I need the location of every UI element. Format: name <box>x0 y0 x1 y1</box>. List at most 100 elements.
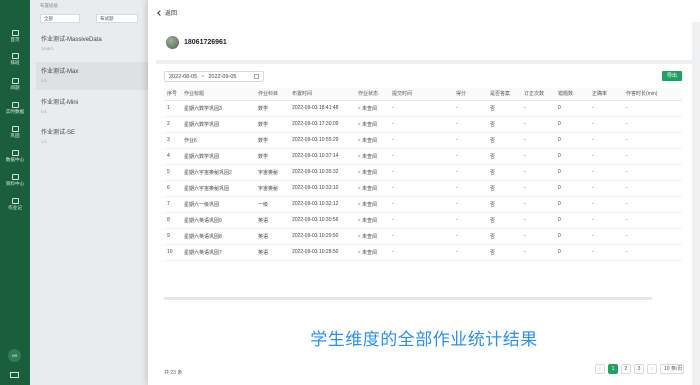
next-page-button[interactable]: › <box>647 364 657 374</box>
rail-item-resources[interactable]: 资料中心 <box>0 174 30 187</box>
table-cell: 未查阅 <box>355 228 389 245</box>
rail-item-consolidate[interactable]: 巩固 <box>0 126 30 139</box>
col-header[interactable]: 正确率 <box>589 88 623 101</box>
table-cell: 星期六宇宙奥秘巩固 <box>181 180 255 197</box>
table-cell: 6 <box>164 180 181 197</box>
status-text: 未查阅 <box>362 105 378 112</box>
col-header[interactable]: 作答时长(min) <box>623 88 682 101</box>
table-cell: 数学 <box>255 148 289 165</box>
col-header[interactable]: 错题数 <box>555 88 589 101</box>
rail-item-realtime[interactable]: 实时数据 <box>0 102 30 115</box>
table-cell: - <box>453 148 487 165</box>
table-cell: - <box>389 164 453 181</box>
status-dot-icon <box>358 171 360 174</box>
status-text: 未查阅 <box>362 153 378 160</box>
table-row[interactable]: 9 星期六英语巩固8 英语 2022-09-03 10:29:50 未查阅 - - 否 -0- - <box>164 228 682 245</box>
col-header[interactable]: 订正次数 <box>521 88 555 101</box>
total-count: 共 23 条 <box>164 370 183 376</box>
table-header-row: 序号 作业标题 作业科目 布置时间 作业状态 提交时间 得分 是否答案 订正次数… <box>164 88 682 101</box>
page-button[interactable]: 1 <box>608 364 618 374</box>
col-header[interactable]: 提交时间 <box>389 88 453 101</box>
table-cell: 数学 <box>255 116 289 133</box>
table-cell: - <box>623 180 682 197</box>
col-header[interactable]: 是否答案 <box>487 88 521 101</box>
table-row[interactable]: 3 作业6 数学 2022-09-03 10:55:29 未查阅 - - 否 -0- - <box>164 132 682 149</box>
date-separator: ~ <box>201 73 205 80</box>
status-text: 未查阅 <box>362 185 378 192</box>
table-cell: - <box>623 132 682 149</box>
table-cell: - <box>389 244 453 261</box>
table-cell: 2022-09-03 10:30:56 <box>289 212 355 229</box>
table-cell: - <box>453 228 487 245</box>
table-cell: 否 <box>487 180 521 197</box>
filter-select-all[interactable]: 全部 <box>40 14 80 23</box>
date-range-picker[interactable]: 2022-08-05 ~ 2022-09-05 <box>164 71 264 82</box>
avatar[interactable]: HR <box>8 349 21 362</box>
table-row[interactable]: 4 星期六数学巩固 数学 2022-09-03 10:37:14 未查阅 - - 否 -0- - <box>164 148 682 165</box>
col-header[interactable]: 作业科目 <box>255 88 289 101</box>
user-card: 18061726961 <box>156 22 692 60</box>
status-text: 未查阅 <box>362 201 378 208</box>
table-row[interactable]: 2 星期六数学巩固 数学 2022-09-03 17:30:09 未查阅 - - 否 -0- - <box>164 116 682 133</box>
filter-select-type[interactable]: 布试题 <box>96 14 138 23</box>
col-header[interactable]: 得分 <box>453 88 487 101</box>
calendar-icon <box>254 74 259 79</box>
table-cell: 2022-09-03 10:55:29 <box>289 132 355 149</box>
back-button[interactable]: 返回 <box>157 8 177 17</box>
table-cell: 否 <box>487 116 521 133</box>
table-cell: 0 <box>555 164 589 181</box>
table-cell: 星期六英语巩固9 <box>181 212 255 229</box>
col-header[interactable]: 作业状态 <box>355 88 389 101</box>
table-cell: - <box>521 132 555 149</box>
prev-page-button[interactable]: ‹ <box>595 364 605 374</box>
table-cell: 一级 <box>255 196 289 213</box>
table-cell: - <box>623 100 682 117</box>
page-button[interactable]: 3 <box>634 364 644 374</box>
table-cell: 2022-09-03 10:33:10 <box>289 180 355 197</box>
table-row[interactable]: 10 星期六英语巩固7 英语 2022-09-03 10:28:50 未查阅 - - 否 -0-… <box>164 244 682 261</box>
table-row[interactable]: 1 星期六数学巩固3 数学 2022-09-03 18:41:48 未查阅 - - 否 -0- - <box>164 100 682 117</box>
status-text: 未查阅 <box>362 137 378 144</box>
table-cell: 2022-09-03 10:37:14 <box>289 148 355 165</box>
export-button[interactable]: 导出 <box>662 71 682 81</box>
page-button[interactable]: 2 <box>621 364 631 374</box>
table-cell: - <box>389 196 453 213</box>
page-size-select[interactable]: 10 条/页 <box>660 364 684 374</box>
rail-item-data-center[interactable]: 数据中心 <box>0 150 30 163</box>
table-row[interactable]: 5 星期六宇宙奥秘巩固2 宇宙奥秘 2022-09-03 10:35:32 未查阅 - - 否… <box>164 164 682 181</box>
table-cell: 10 <box>164 244 181 261</box>
rail-item-reading[interactable]: 阅题 <box>0 78 30 91</box>
table-cell: 英语 <box>255 212 289 229</box>
folder-icon <box>11 174 19 180</box>
col-header[interactable]: 布置时间 <box>289 88 355 101</box>
chevron-left-icon <box>157 9 163 16</box>
table-cell: - <box>589 196 623 213</box>
col-header[interactable]: 序号 <box>164 88 181 101</box>
table-row[interactable]: 8 星期六英语巩固9 英语 2022-09-03 10:30:56 未查阅 - - 否 -0- - <box>164 212 682 229</box>
table-cell: 2022-09-03 10:35:32 <box>289 164 355 181</box>
avatar <box>166 36 179 49</box>
table-cell: - <box>521 244 555 261</box>
table-cell: - <box>521 196 555 213</box>
horizontal-scrollbar[interactable] <box>164 297 652 300</box>
table-row[interactable]: 6 星期六宇宙奥秘巩固 宇宙奥秘 2022-09-03 10:33:10 未查阅 - - 否 -… <box>164 180 682 197</box>
table-cell: - <box>453 244 487 261</box>
table-row[interactable]: 7 星期六一级巩固 一级 2022-09-03 10:32:12 未查阅 - - 否 -0- - <box>164 196 682 213</box>
status-text: 未查阅 <box>362 169 378 176</box>
rail-item-schedule[interactable]: 排班 <box>0 53 30 66</box>
mail-icon[interactable] <box>10 372 19 378</box>
col-header[interactable]: 作业标题 <box>181 88 255 101</box>
rail-item-records[interactable]: 作业记 <box>0 198 30 211</box>
rail-item-home[interactable]: 首页 <box>0 30 30 43</box>
table-cell: 3 <box>164 132 181 149</box>
table-cell: 1 <box>164 100 181 117</box>
left-rail: 首页 排班 阅题 实时数据 巩固 数据中心 资料中心 作业记 HR <box>0 0 30 385</box>
table-cell: 否 <box>487 148 521 165</box>
drawer-body: 18061726961 2022-08-05 ~ 2022-09-05 导出 序… <box>156 22 700 385</box>
table-cell: 2022-09-03 10:28:50 <box>289 244 355 261</box>
table-cell: 否 <box>487 244 521 261</box>
status-dot-icon <box>358 251 360 254</box>
table-cell: - <box>389 148 453 165</box>
homework-table: 序号 作业标题 作业科目 布置时间 作业状态 提交时间 得分 是否答案 订正次数… <box>164 88 682 261</box>
table-cell: 8 <box>164 212 181 229</box>
